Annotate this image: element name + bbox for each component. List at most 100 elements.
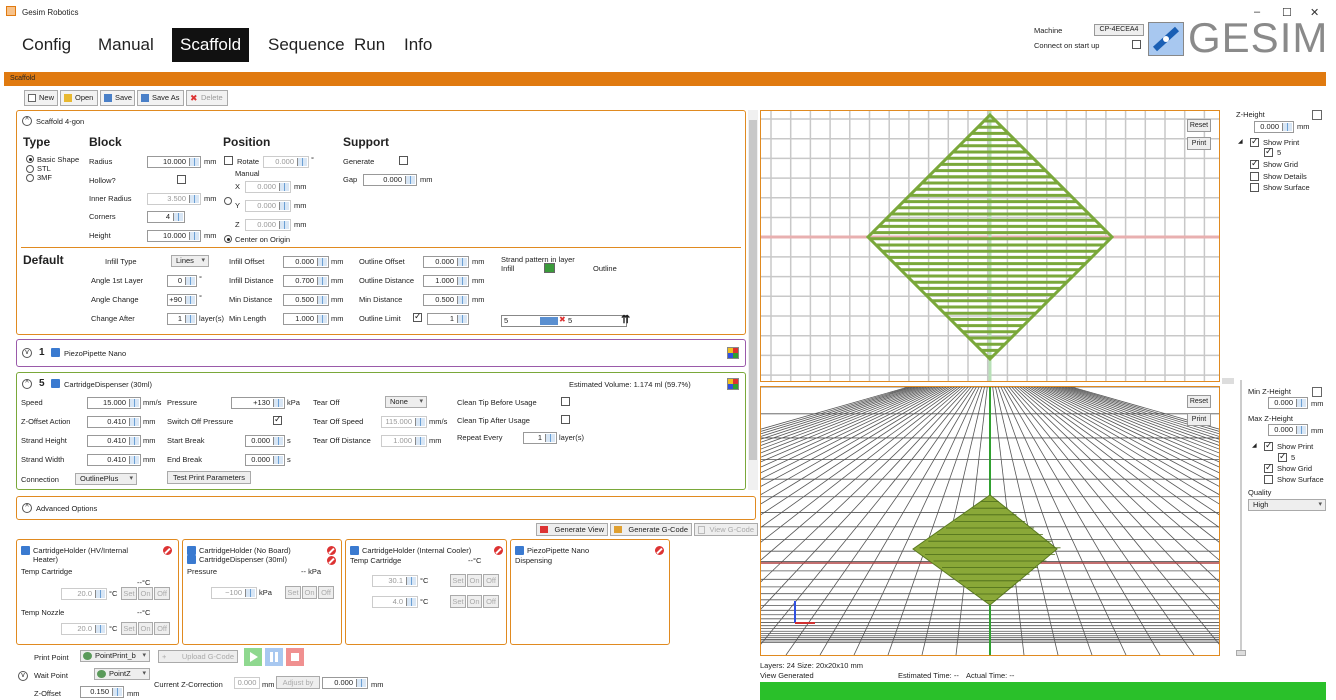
tab-info[interactable]: Info <box>396 28 440 62</box>
x-input[interactable]: 0.000 <box>245 181 291 193</box>
tear-off-speed-input[interactable]: 115.000 <box>381 416 427 428</box>
zoffset-action-input[interactable]: 0.410 <box>87 416 141 428</box>
wait-point-select[interactable]: PointZ <box>94 668 150 680</box>
holder-hv-temp-nozzle-input[interactable]: 20.0 <box>61 623 107 635</box>
show-grid-3d-checkbox[interactable] <box>1264 462 1273 473</box>
infill-pattern-icon[interactable] <box>544 263 555 273</box>
radius-input[interactable]: 10.000 <box>147 156 201 168</box>
holder-piezo-remove-icon[interactable] <box>655 546 664 555</box>
expand-piezo-button[interactable]: v <box>22 348 32 358</box>
tab-sequence[interactable]: Sequence <box>260 28 353 62</box>
pattern-remove-icon[interactable]: ✖ <box>559 315 566 325</box>
top-view-viewport[interactable]: Reset Print <box>760 110 1220 382</box>
left-scrollbar[interactable] <box>748 110 758 490</box>
collapse-scaffold-button[interactable]: ^ <box>22 116 32 126</box>
outline-limit-input[interactable]: 1 <box>427 313 469 325</box>
adjust-by-button[interactable]: Adjust by <box>276 676 320 689</box>
type-3mf-radio[interactable] <box>26 174 34 182</box>
stop-button[interactable] <box>286 648 304 666</box>
view-gcode-button[interactable]: View G-Code <box>694 523 758 536</box>
show-details-checkbox[interactable] <box>1250 172 1259 181</box>
angle-change-input[interactable]: +90 <box>167 294 197 306</box>
view-slider-track[interactable] <box>1236 110 1246 656</box>
repeat-every-input[interactable]: 1 <box>523 432 557 444</box>
zheight-input[interactable]: 0.000 <box>1254 121 1294 133</box>
test-print-button[interactable]: Test Print Parameters <box>167 471 251 484</box>
tear-off-distance-input[interactable]: 1.000 <box>381 435 427 447</box>
angle1-input[interactable]: 0 <box>167 275 197 287</box>
outline-distance-input[interactable]: 1.000 <box>423 275 469 287</box>
3d-view-print-button[interactable]: Print <box>1187 413 1211 426</box>
top-view-reset-button[interactable]: Reset <box>1187 119 1211 132</box>
holder-noboard-off-button[interactable]: Off <box>318 586 334 599</box>
collapse-cartridge-button[interactable]: ^ <box>22 379 32 389</box>
connection-select[interactable]: OutlinePlus <box>75 473 137 485</box>
holder-cooler-on-button[interactable]: On <box>467 574 482 587</box>
connect-button[interactable] <box>1148 22 1184 56</box>
gap-input[interactable]: 0.000 <box>363 174 417 186</box>
adjust-by-input[interactable]: 0.000 <box>322 677 368 689</box>
show-print-3d-expander-icon[interactable]: ◢ <box>1252 442 1257 449</box>
advanced-options-panel[interactable]: ^ Advanced Options <box>16 496 756 520</box>
manual-position-radio[interactable] <box>224 197 232 205</box>
min-distance-input[interactable]: 0.500 <box>283 294 329 306</box>
rotate-checkbox[interactable] <box>224 156 233 165</box>
strand-height-input[interactable]: 0.410 <box>87 435 141 447</box>
print-point-select[interactable]: PointPrint_b <box>80 650 150 662</box>
layer-5-checkbox[interactable] <box>1264 146 1273 157</box>
holder-noboard-pressure-input[interactable]: −100 <box>211 587 257 599</box>
rotate-input[interactable]: 0.000 <box>263 156 309 168</box>
show-surface-checkbox[interactable] <box>1250 183 1259 192</box>
save-button[interactable]: Save <box>100 90 135 106</box>
save-as-button[interactable]: Save As <box>137 90 184 106</box>
piezo-color-button[interactable] <box>727 347 739 359</box>
outline-min-distance-input[interactable]: 0.500 <box>423 294 469 306</box>
speed-input[interactable]: 15.000 <box>87 397 141 409</box>
expand-wait-point-button[interactable]: v <box>18 671 28 681</box>
holder-noboard-remove-icon[interactable] <box>327 546 336 555</box>
hollow-checkbox[interactable] <box>177 175 186 184</box>
outline-limit-checkbox[interactable] <box>413 311 422 322</box>
holder-cooler-set2-button[interactable]: Set <box>450 595 466 608</box>
holder-cooler-temp2-input[interactable]: 4.0 <box>372 596 418 608</box>
quality-select[interactable]: High <box>1248 499 1326 511</box>
new-button[interactable]: New <box>24 90 58 106</box>
strand-width-input[interactable]: 0.410 <box>87 454 141 466</box>
holder-noboard-set-button[interactable]: Set <box>285 586 301 599</box>
slider-thumb[interactable] <box>1236 650 1246 656</box>
holder-noboard-on-button[interactable]: On <box>302 586 317 599</box>
upload-gcode-button[interactable]: + Upload G-Code <box>158 650 238 663</box>
holder-hv-on-button[interactable]: On <box>138 587 153 600</box>
holder-cooler-temp-input[interactable]: 30.1 <box>372 575 418 587</box>
clean-before-checkbox[interactable] <box>561 397 570 406</box>
holder-cooler-on2-button[interactable]: On <box>467 595 482 608</box>
connect-checkbox[interactable] <box>1132 40 1141 49</box>
infill-distance-input[interactable]: 0.700 <box>283 275 329 287</box>
machine-select[interactable]: CP-4ECEA4 <box>1094 24 1144 36</box>
3d-view-reset-button[interactable]: Reset <box>1187 395 1211 408</box>
pause-button[interactable] <box>265 648 283 666</box>
tab-scaffold[interactable]: Scaffold <box>172 28 250 62</box>
y-input[interactable]: 0.000 <box>245 200 291 212</box>
height-input[interactable]: 10.000 <box>147 230 201 242</box>
pressure-input[interactable]: +130 <box>231 397 285 409</box>
top-view-print-button[interactable]: Print <box>1187 137 1211 150</box>
strand-pattern-editor[interactable]: 5 ✖ 5 <box>501 315 627 327</box>
corners-input[interactable]: 4 <box>147 211 185 223</box>
min-length-input[interactable]: 1.000 <box>283 313 329 325</box>
outline-offset-input[interactable]: 0.000 <box>423 256 469 268</box>
generate-view-button[interactable]: Generate View <box>536 523 608 536</box>
holder-cooler-set-button[interactable]: Set <box>450 574 466 587</box>
popout-top-icon[interactable] <box>1312 110 1322 120</box>
generate-support-checkbox[interactable] <box>399 156 408 165</box>
start-break-input[interactable]: 0.000 <box>245 435 285 447</box>
layer-5-3d-checkbox[interactable] <box>1278 451 1287 462</box>
holder-hv-set-button[interactable]: Set <box>121 587 137 600</box>
show-surface-3d-checkbox[interactable] <box>1264 475 1273 484</box>
cartridge-color-button[interactable] <box>727 378 739 390</box>
max-z-input[interactable]: 0.000 <box>1268 424 1308 436</box>
infill-offset-input[interactable]: 0.000 <box>283 256 329 268</box>
inner-radius-input[interactable]: 3.500 <box>147 193 201 205</box>
z-input[interactable]: 0.000 <box>245 219 291 231</box>
popout-bottom-icon[interactable] <box>1312 387 1322 397</box>
